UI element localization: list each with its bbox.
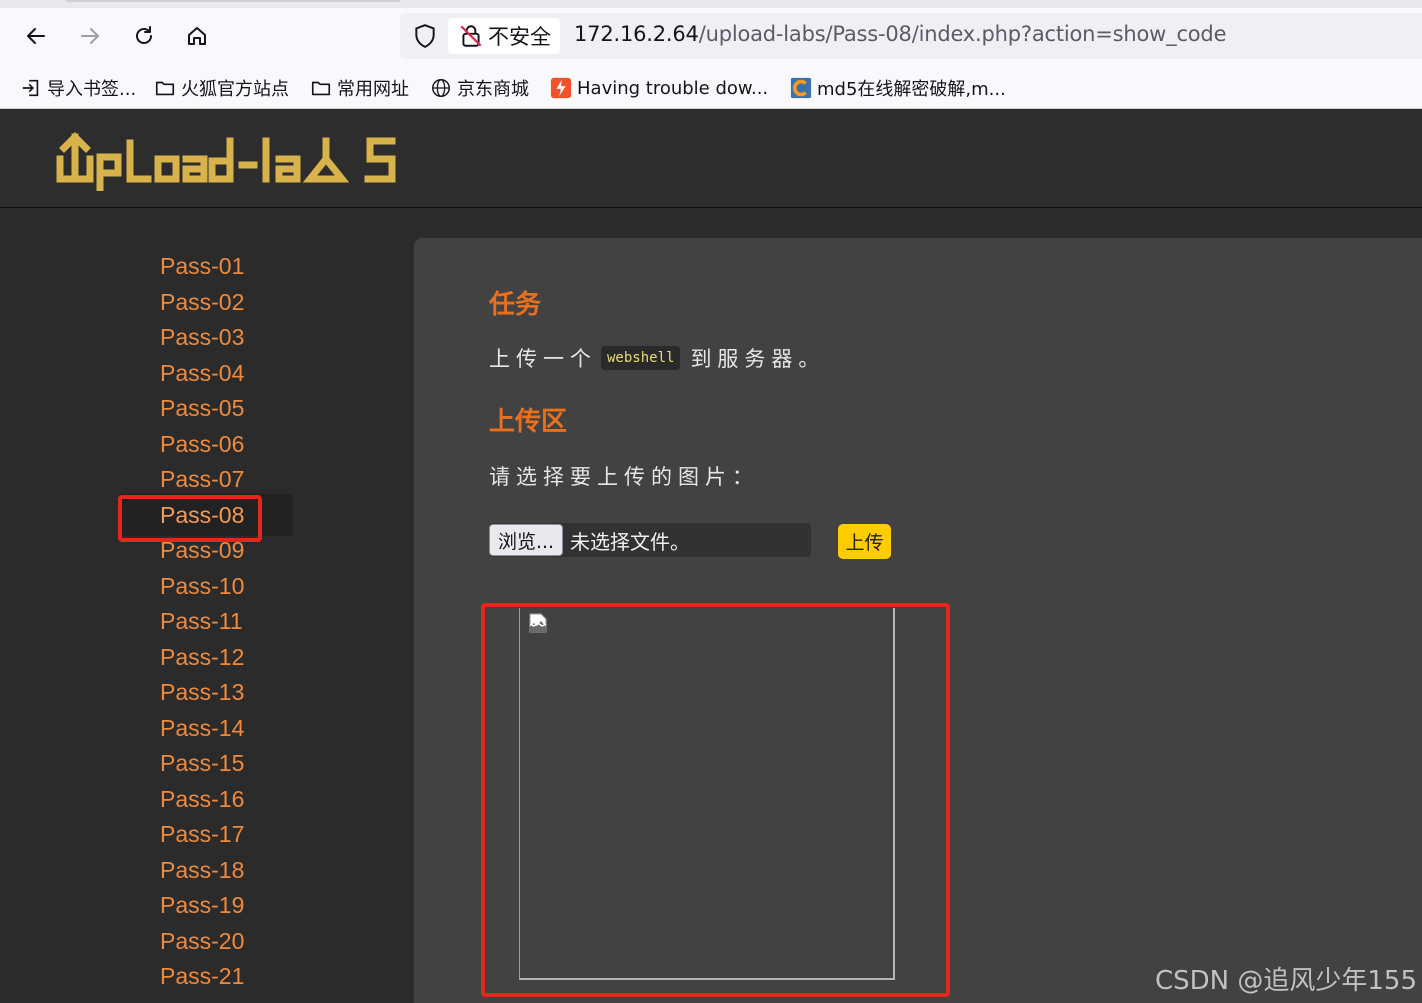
bookmark-label: Having trouble dow...	[577, 77, 769, 99]
import-icon	[20, 77, 42, 99]
forward-arrow-icon	[81, 28, 99, 44]
bookmark-label: md5在线解密破解,m...	[817, 79, 1006, 100]
task-text-before: 上传一个	[489, 347, 597, 371]
forward-button[interactable]	[72, 18, 108, 54]
site-security-indicator[interactable]: 不安全	[448, 18, 560, 54]
back-arrow-icon	[27, 28, 45, 44]
browser-toolbar: 不安全 172.16.2.64/upload-labs/Pass-08/inde…	[0, 0, 1422, 66]
bookmark-label: 火狐官方站点	[181, 79, 289, 100]
url-text[interactable]: 172.16.2.64/upload-labs/Pass-08/index.ph…	[574, 22, 1226, 46]
sidebar-item-pass-14[interactable]: Pass-14	[160, 715, 244, 742]
webshell-code: webshell	[601, 346, 681, 370]
lightning-favicon-icon	[550, 77, 572, 99]
bookmark-md5[interactable]: md5在线解密破解,m...	[790, 75, 1006, 101]
sidebar-item-pass-07[interactable]: Pass-07	[160, 466, 244, 493]
sidebar-item-pass-20[interactable]: Pass-20	[160, 928, 244, 955]
sidebar-item-pass-04[interactable]: Pass-04	[160, 360, 244, 387]
sidebar-item-pass-12[interactable]: Pass-12	[160, 644, 244, 671]
file-input[interactable]: 浏览... 未选择文件。	[489, 523, 811, 557]
browse-button[interactable]: 浏览...	[489, 524, 563, 556]
sidebar-item-pass-06[interactable]: Pass-06	[160, 431, 244, 458]
bookmark-jd[interactable]: 京东商城	[430, 75, 529, 101]
bookmark-firefox-site[interactable]: 火狐官方站点	[154, 75, 289, 101]
upload-button[interactable]: 上传	[838, 524, 891, 559]
upload-prompt: 请选择要上传的图片：	[489, 465, 759, 489]
sidebar-item-pass-10[interactable]: Pass-10	[160, 573, 244, 600]
task-text-after: 到服务器。	[690, 347, 826, 371]
bookmark-import[interactable]: 导入书签...	[20, 75, 136, 101]
bookmark-having-trouble[interactable]: Having trouble dow...	[550, 75, 768, 101]
address-bar[interactable]: 不安全 172.16.2.64/upload-labs/Pass-08/inde…	[400, 13, 1422, 59]
sidebar-item-pass-15[interactable]: Pass-15	[160, 750, 244, 777]
folder-icon	[154, 77, 176, 99]
sidebar-item-pass-08[interactable]: Pass-08	[160, 502, 244, 529]
bookmarks-toolbar: 导入书签... 火狐官方站点 常用网址 京东商城 Having trouble …	[0, 66, 1422, 109]
globe-icon	[430, 77, 452, 99]
folder-icon	[310, 77, 332, 99]
bookmark-label: 常用网址	[337, 79, 409, 100]
upload-heading: 上传区	[489, 407, 568, 437]
sidebar-item-pass-13[interactable]: Pass-13	[160, 679, 244, 706]
upload-labs-logo[interactable]	[54, 129, 398, 191]
sidebar-item-pass-02[interactable]: Pass-02	[160, 289, 244, 316]
pass-navigation: Pass-01 Pass-02 Pass-03 Pass-04 Pass-05 Pass-…	[0, 208, 413, 1003]
sidebar-item-pass-01[interactable]: Pass-01	[160, 253, 244, 280]
sidebar-item-pass-09[interactable]: Pass-09	[160, 537, 244, 564]
csdn-watermark: CSDN @追风少年155	[1155, 966, 1418, 996]
bookmark-label: 导入书签...	[47, 79, 137, 100]
reload-icon	[136, 26, 152, 44]
sidebar-item-pass-19[interactable]: Pass-19	[160, 892, 244, 919]
reload-button[interactable]	[126, 18, 162, 54]
back-button[interactable]	[18, 18, 54, 54]
home-button[interactable]	[179, 18, 215, 54]
annotation-box-preview	[481, 603, 950, 997]
bookmark-label: 京东商城	[457, 79, 529, 100]
sidebar-item-pass-16[interactable]: Pass-16	[160, 786, 244, 813]
url-host: 172.16.2.64	[574, 22, 699, 46]
sidebar-item-pass-21[interactable]: Pass-21	[160, 963, 244, 990]
md5-favicon-icon	[790, 77, 812, 99]
tab-edge	[66, 0, 400, 2]
file-status: 未选择文件。	[570, 529, 690, 554]
task-description: 上传一个 webshell 到服务器。	[489, 343, 825, 373]
sidebar-item-pass-17[interactable]: Pass-17	[160, 821, 244, 848]
sidebar-item-pass-03[interactable]: Pass-03	[160, 324, 244, 351]
tab-strip	[0, 0, 1422, 8]
url-path: /upload-labs/Pass-08/index.php?action=sh…	[698, 22, 1227, 46]
sidebar-item-pass-18[interactable]: Pass-18	[160, 857, 244, 884]
security-label: 不安全	[488, 25, 551, 49]
task-heading: 任务	[489, 290, 542, 320]
insecure-lock-icon	[460, 25, 482, 47]
site-header	[0, 109, 1422, 208]
home-icon	[188, 27, 206, 45]
bookmark-common-sites[interactable]: 常用网址	[310, 75, 409, 101]
sidebar-item-pass-05[interactable]: Pass-05	[160, 395, 244, 422]
tracking-shield-icon[interactable]	[412, 23, 438, 49]
sidebar-item-pass-11[interactable]: Pass-11	[160, 608, 243, 635]
